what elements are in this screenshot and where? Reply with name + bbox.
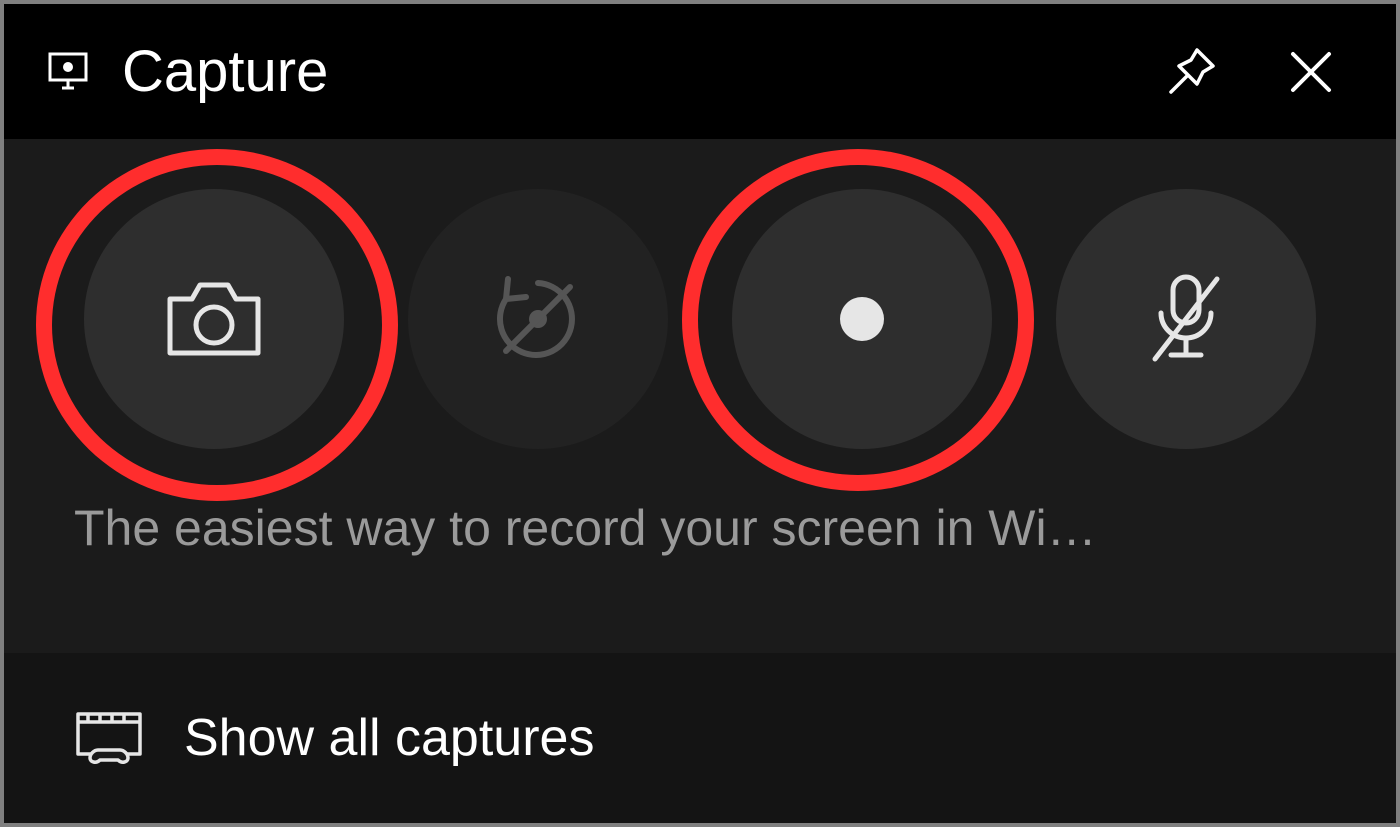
capture-buttons-row bbox=[4, 139, 1396, 499]
record-button-wrap bbox=[712, 169, 1012, 469]
show-all-captures-button[interactable]: Show all captures bbox=[4, 653, 1396, 823]
close-button[interactable] bbox=[1266, 27, 1356, 117]
show-all-captures-label: Show all captures bbox=[184, 708, 594, 768]
mic-toggle-button[interactable] bbox=[1056, 189, 1316, 449]
record-icon bbox=[832, 289, 892, 349]
pin-icon bbox=[1163, 44, 1219, 100]
record-last-button[interactable] bbox=[408, 189, 668, 449]
screenshot-button-wrap bbox=[64, 169, 364, 469]
pin-button[interactable] bbox=[1146, 27, 1236, 117]
capture-monitor-icon bbox=[44, 48, 92, 96]
screenshot-button[interactable] bbox=[84, 189, 344, 449]
mic-muted-icon bbox=[1141, 269, 1231, 369]
mic-button-wrap bbox=[1036, 169, 1336, 469]
record-last-button-wrap bbox=[388, 169, 688, 469]
titlebar: Capture bbox=[4, 4, 1396, 139]
close-icon bbox=[1285, 46, 1337, 98]
capture-body: The easiest way to record your screen in… bbox=[4, 139, 1396, 653]
record-button[interactable] bbox=[732, 189, 992, 449]
window-title: Capture bbox=[122, 38, 1116, 105]
record-last-icon bbox=[488, 269, 588, 369]
status-text: The easiest way to record your screen in… bbox=[4, 499, 1396, 597]
camera-icon bbox=[164, 277, 264, 362]
gallery-icon bbox=[74, 710, 144, 766]
capture-window: Capture bbox=[4, 4, 1396, 823]
